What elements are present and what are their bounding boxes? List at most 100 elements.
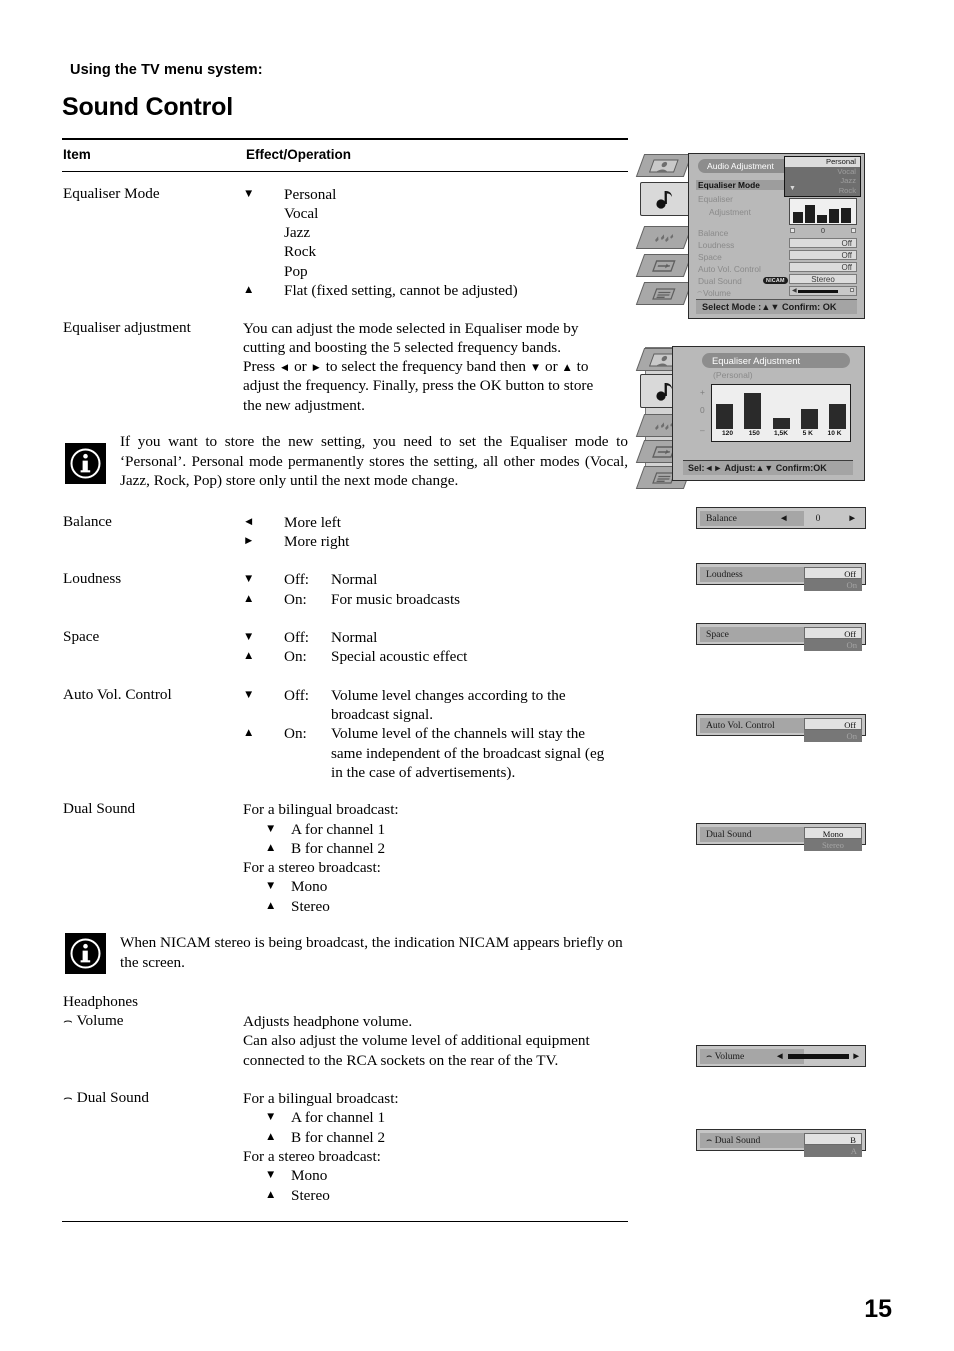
equaliser-bar-chart[interactable]: 120 150 1,5K 5 K 10 K — [711, 384, 851, 442]
headphone-volume-label: Volume — [76, 1012, 124, 1029]
widget-auto-vol-label: Auto Vol. Control — [700, 718, 812, 733]
osd1-row-space[interactable]: Space — [698, 252, 722, 262]
osd1-row-balance[interactable]: Balance — [698, 228, 728, 238]
ds-stereo-text: Stereo — [291, 898, 330, 915]
equaliser-band-labels: 120 150 1,5K 5 K 10 K — [716, 430, 846, 441]
features-tab-icon[interactable] — [635, 226, 693, 249]
ds-a-text: A for channel 1 — [291, 821, 386, 838]
widget-hp-volume-slider[interactable]: ◄ ► — [775, 1049, 861, 1064]
widget-auto-vol-option-off[interactable]: Off — [804, 718, 862, 730]
install-tab-icon[interactable] — [635, 254, 693, 277]
widget-balance-value: 0 — [815, 513, 821, 524]
hpds-mono-text: Mono — [291, 1167, 328, 1184]
ds-stereo-head: For a stereo broadcast: — [243, 859, 381, 876]
widget-headphone-dual-sound[interactable]: ⌢ Dual Sound NICAM B A — [696, 1129, 866, 1157]
dropdown-option-jazz[interactable]: Jazz — [785, 176, 860, 186]
avc-on-text-2: same independent of the broadcast signal… — [331, 745, 605, 762]
divider-header — [62, 171, 628, 173]
left-arrow-icon[interactable]: ◄ — [775, 1051, 785, 1062]
dropdown-option-personal[interactable]: Personal — [785, 157, 860, 167]
osd1-row-hp-volume[interactable]: Volume — [703, 288, 731, 298]
avc-off-text-2: broadcast signal. — [331, 706, 434, 723]
widget-auto-vol-control[interactable]: Auto Vol. Control Off On — [696, 714, 866, 742]
osd1-row-dual-sound[interactable]: Dual Sound — [698, 276, 742, 286]
balance-more-left: More left — [284, 514, 341, 531]
divider-bottom — [62, 1221, 628, 1223]
osd1-value-auto-vol[interactable]: Off — [789, 262, 857, 272]
widget-auto-vol-options[interactable]: Off On — [804, 718, 862, 742]
eq-adj-line3-e: to — [572, 358, 589, 375]
band-label-10k: 10 K — [827, 430, 842, 437]
ds-bilingual-head: For a bilingual broadcast: — [243, 801, 399, 818]
osd1-balance-value: 0 — [820, 226, 826, 235]
osd2-footer-hint: Sel:◄► Adjust:▲▼ Confirm:OK — [683, 460, 853, 475]
widget-loudness-label: Loudness — [700, 567, 804, 582]
widget-headphone-volume[interactable]: ⌢ Volume ◄ ► — [696, 1045, 866, 1067]
up-arrow-icon: ▲ — [265, 900, 277, 912]
right-arrow-icon[interactable]: ► — [847, 511, 857, 526]
osd2-subtitle: (Personal) — [713, 370, 753, 380]
widget-dual-sound[interactable]: Dual Sound NICAM Mono Stereo — [696, 823, 866, 851]
down-arrow-icon: ▼ — [529, 362, 542, 374]
loudness-on-key: On: — [284, 591, 307, 608]
picture-tab-icon[interactable] — [635, 154, 693, 177]
widget-hp-dual-sound-option-b[interactable]: B — [804, 1133, 862, 1145]
osd1-value-space[interactable]: Off — [789, 250, 857, 260]
hp-volume-line2: Can also adjust the volume level of addi… — [243, 1032, 590, 1049]
divider-top — [62, 138, 628, 141]
widget-loudness-option-on[interactable]: On — [804, 579, 862, 591]
info-icon — [65, 443, 106, 484]
osd1-equaliser-mode-dropdown[interactable]: Personal Vocal Jazz Rock ▼ — [784, 156, 861, 197]
widget-hp-dual-sound-options[interactable]: B A — [804, 1133, 862, 1157]
list-tab-icon[interactable] — [635, 282, 693, 305]
widget-balance[interactable]: Balance ◄ 0 ► — [696, 507, 866, 529]
widget-dual-sound-option-stereo[interactable]: Stereo — [804, 839, 862, 851]
space-on-key: On: — [284, 648, 307, 665]
osd1-row-equaliser[interactable]: Equaliser — [698, 194, 733, 204]
volume-track[interactable] — [787, 1054, 849, 1059]
widget-space-option-on[interactable]: On — [804, 639, 862, 651]
osd2-axis-zero: 0 — [700, 405, 705, 415]
space-off-text: Normal — [331, 629, 378, 646]
left-arrow-icon: ◄ — [243, 516, 255, 528]
widget-space-label: Space — [700, 627, 804, 642]
widget-loudness-option-off[interactable]: Off — [804, 567, 862, 579]
down-arrow-icon: ▼ — [243, 573, 255, 585]
bar-5K — [800, 409, 818, 429]
down-arrow-icon: ▼ — [243, 631, 255, 643]
widget-balance-control[interactable]: ◄ 0 ► — [775, 511, 861, 526]
osd1-row-auto-vol[interactable]: Auto Vol. Control — [698, 264, 761, 274]
osd1-value-dual-sound[interactable]: Stereo — [789, 274, 857, 284]
band-label-150: 150 — [748, 430, 760, 437]
dropdown-option-rock[interactable]: Rock — [785, 186, 860, 196]
option-jazz: Jazz — [284, 224, 311, 241]
widget-dual-sound-options[interactable]: Mono Stereo — [804, 827, 862, 851]
eq-adj-line4: adjust the frequency. Finally, press the… — [243, 377, 594, 394]
widget-loudness-options[interactable]: Off On — [804, 567, 862, 591]
headphone-dual-sound-row: ⌢ Dual Sound — [63, 1089, 149, 1107]
osd2-axis-plus: + — [700, 387, 705, 397]
widget-auto-vol-option-on[interactable]: On — [804, 730, 862, 742]
right-arrow-icon[interactable]: ► — [852, 1051, 862, 1062]
osd1-value-hp-volume[interactable]: ◀ — [789, 286, 857, 296]
widget-loudness[interactable]: Loudness Off On — [696, 563, 866, 591]
dropdown-option-vocal[interactable]: Vocal — [785, 167, 860, 177]
osd1-row-adjustment[interactable]: Adjustment — [709, 207, 751, 217]
headphone-dual-sound-label: Dual Sound — [76, 1089, 149, 1106]
widget-space-option-off[interactable]: Off — [804, 627, 862, 639]
widget-dual-sound-option-mono[interactable]: Mono — [804, 827, 862, 839]
ds-b-text: B for channel 2 — [291, 840, 386, 857]
osd1-value-loudness[interactable]: Off — [789, 238, 857, 248]
row-label-auto-vol-control: Auto Vol. Control — [63, 686, 172, 703]
widget-hp-dual-sound-label: ⌢ Dual Sound — [700, 1133, 804, 1148]
band-label-1500: 1,5K — [774, 430, 788, 437]
headphone-volume-row: ⌢ Volume — [63, 1012, 124, 1030]
widget-space[interactable]: Space Off On — [696, 623, 866, 651]
widget-space-options[interactable]: Off On — [804, 627, 862, 651]
space-on-text: Special acoustic effect — [331, 648, 468, 665]
widget-hp-dual-sound-option-a[interactable]: A — [804, 1145, 862, 1157]
left-arrow-icon[interactable]: ◄ — [779, 511, 789, 526]
osd1-row-loudness[interactable]: Loudness — [698, 240, 734, 250]
sound-tab-icon[interactable] — [640, 182, 690, 216]
band-label-5k: 5 K — [802, 430, 813, 437]
